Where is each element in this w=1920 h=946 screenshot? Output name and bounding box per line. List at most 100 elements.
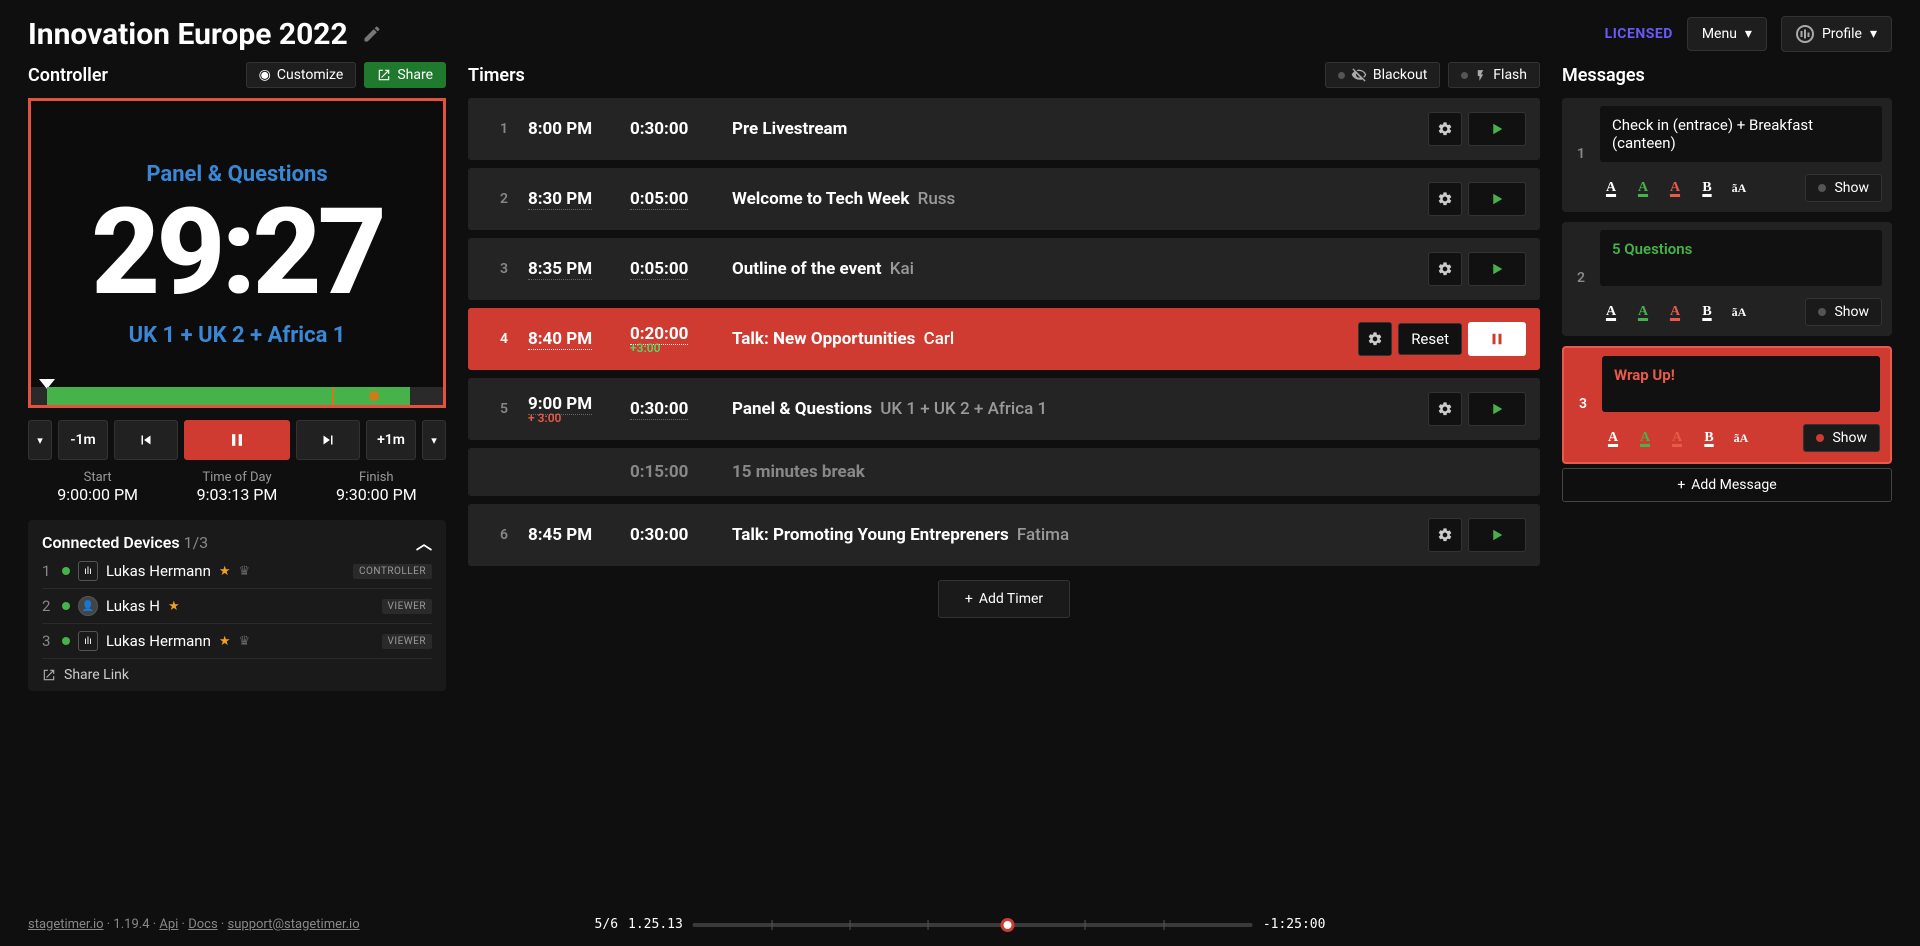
add-timer-button[interactable]: + Add Timer	[938, 580, 1070, 618]
star-icon: ★	[219, 634, 231, 649]
settings-button[interactable]	[1358, 322, 1392, 356]
plus-1m-button[interactable]: +1m	[366, 420, 416, 460]
menu-dropdown[interactable]: Menu ▾	[1687, 17, 1767, 51]
footer-time-left: 1.25.13	[628, 917, 683, 932]
settings-button[interactable]	[1428, 518, 1462, 552]
format-color-green-button[interactable]: A	[1634, 430, 1656, 446]
format-color-green-button[interactable]: A	[1632, 304, 1654, 320]
format-color-white-button[interactable]: A	[1602, 430, 1624, 446]
device-role-badge: CONTROLLER	[353, 564, 432, 579]
status-dot-icon	[1338, 72, 1345, 79]
device-name: Lukas Hermann	[106, 632, 211, 650]
timer-label: Panel & Questions UK 1 + UK 2 + Africa 1	[732, 399, 1426, 419]
add-timer-label: Add Timer	[979, 591, 1043, 607]
reset-button[interactable]: Reset	[1398, 323, 1462, 355]
blackout-button[interactable]: Blackout	[1325, 62, 1440, 88]
play-button[interactable]	[1468, 182, 1526, 216]
play-button[interactable]	[1468, 518, 1526, 552]
device-row[interactable]: 3 ılı Lukas Hermann ★ ♛ VIEWER	[42, 623, 432, 658]
chevron-down-icon: ▾	[1745, 26, 1752, 42]
add-message-button[interactable]: + Add Message	[1562, 468, 1892, 502]
share-link-button[interactable]: Share Link	[42, 658, 432, 683]
footer-api-link[interactable]: Api	[159, 917, 178, 932]
share-button[interactable]: Share	[364, 62, 446, 88]
format-bold-button[interactable]: B	[1696, 180, 1718, 196]
format-bold-button[interactable]: B	[1698, 430, 1720, 446]
timer-duration: 0:05:00	[630, 259, 730, 279]
settings-button[interactable]	[1428, 392, 1462, 426]
pause-button[interactable]	[1468, 322, 1526, 356]
message-text-input[interactable]: Check in (entrace) + Breakfast (canteen)	[1600, 106, 1882, 162]
footer-version: 1.19.4	[113, 917, 149, 932]
settings-button[interactable]	[1428, 182, 1462, 216]
connected-devices-panel: Connected Devices 1/3 ︿ 1 ılı Lukas Herm…	[28, 520, 446, 691]
format-case-button[interactable]: ãA	[1730, 431, 1752, 446]
minus-1m-button[interactable]: -1m	[58, 420, 108, 460]
eye-off-icon	[1351, 67, 1367, 83]
plus-dropdown[interactable]: ▾	[422, 420, 446, 460]
plus-icon: +	[1677, 477, 1685, 493]
chevron-up-icon[interactable]: ︿	[416, 530, 432, 554]
timeline-slider[interactable]	[693, 923, 1253, 927]
profile-dropdown[interactable]: Profile ▾	[1781, 16, 1892, 52]
status-dot-icon	[62, 602, 70, 610]
chevron-down-icon: ▾	[1870, 26, 1877, 42]
timer-index: 5	[482, 401, 526, 417]
timer-row[interactable]: 6 8:45 PM 0:30:00 Talk: Promoting Young …	[468, 504, 1540, 566]
progress-bar[interactable]	[31, 387, 443, 405]
settings-button[interactable]	[1428, 252, 1462, 286]
format-bold-button[interactable]: B	[1696, 304, 1718, 320]
message-card: 1 Check in (entrace) + Breakfast (cantee…	[1562, 98, 1892, 212]
format-color-green-button[interactable]: A	[1632, 180, 1654, 196]
format-color-white-button[interactable]: A	[1600, 180, 1622, 196]
format-case-button[interactable]: ãA	[1728, 305, 1750, 320]
customize-button[interactable]: ◉ Customize	[246, 62, 357, 88]
timer-row[interactable]: 5 9:00 PM+ 3:00 0:30:00 Panel & Question…	[468, 378, 1540, 440]
play-button[interactable]	[1468, 252, 1526, 286]
minus-dropdown[interactable]: ▾	[28, 420, 52, 460]
share-link-label: Share Link	[64, 667, 129, 683]
play-button[interactable]	[1468, 112, 1526, 146]
share-icon	[377, 68, 391, 82]
external-link-icon	[42, 668, 56, 682]
pencil-icon[interactable]	[362, 24, 382, 44]
timer-break-row[interactable]: 0:15:00 15 minutes break	[468, 448, 1540, 496]
timer-row[interactable]: 2 8:30 PM 0:05:00 Welcome to Tech Week R…	[468, 168, 1540, 230]
footer-site-link[interactable]: stagetimer.io	[28, 917, 104, 932]
tod-label: Time of Day	[197, 470, 278, 485]
slider-thumb[interactable]	[1001, 918, 1015, 932]
timer-index: 1	[482, 121, 526, 137]
next-button[interactable]	[296, 420, 360, 460]
show-message-button[interactable]: Show	[1805, 174, 1882, 202]
timer-duration: 0:20:00+3:00	[630, 324, 730, 355]
message-text-input[interactable]: Wrap Up!	[1602, 356, 1880, 412]
flash-button[interactable]: Flash	[1448, 62, 1540, 88]
previous-button[interactable]	[114, 420, 178, 460]
timer-row[interactable]: 3 8:35 PM 0:05:00 Outline of the event K…	[468, 238, 1540, 300]
format-color-red-button[interactable]: A	[1664, 180, 1686, 196]
timer-start-time: 8:40 PM	[528, 329, 628, 349]
format-color-red-button[interactable]: A	[1664, 304, 1686, 320]
pause-button[interactable]	[184, 420, 290, 460]
settings-button[interactable]	[1428, 112, 1462, 146]
timer-row[interactable]: 4 8:40 PM 0:20:00+3:00 Talk: New Opportu…	[468, 308, 1540, 370]
status-dot-icon	[62, 567, 70, 575]
show-message-button[interactable]: Show	[1805, 298, 1882, 326]
status-dot-icon	[1816, 434, 1824, 442]
format-color-red-button[interactable]: A	[1666, 430, 1688, 446]
crown-icon: ♛	[239, 564, 251, 579]
format-case-button[interactable]: ãA	[1728, 181, 1750, 196]
timer-row[interactable]: 1 8:00 PM 0:30:00 Pre Livestream	[468, 98, 1540, 160]
timer-start-time: 8:30 PM	[528, 189, 628, 209]
format-color-white-button[interactable]: A	[1600, 304, 1622, 320]
footer-docs-link[interactable]: Docs	[188, 917, 217, 932]
device-row[interactable]: 2 👤 Lukas H ★ VIEWER	[42, 588, 432, 623]
share-label: Share	[397, 67, 433, 83]
play-button[interactable]	[1468, 392, 1526, 426]
message-card: 2 5 Questions A A A B ãA Show	[1562, 222, 1892, 336]
device-row[interactable]: 1 ılı Lukas Hermann ★ ♛ CONTROLLER	[42, 554, 432, 588]
footer-support-link[interactable]: support@stagetimer.io	[228, 917, 360, 932]
message-text-input[interactable]: 5 Questions	[1600, 230, 1882, 286]
profile-label: Profile	[1822, 26, 1862, 42]
show-message-button[interactable]: Show	[1803, 424, 1880, 452]
